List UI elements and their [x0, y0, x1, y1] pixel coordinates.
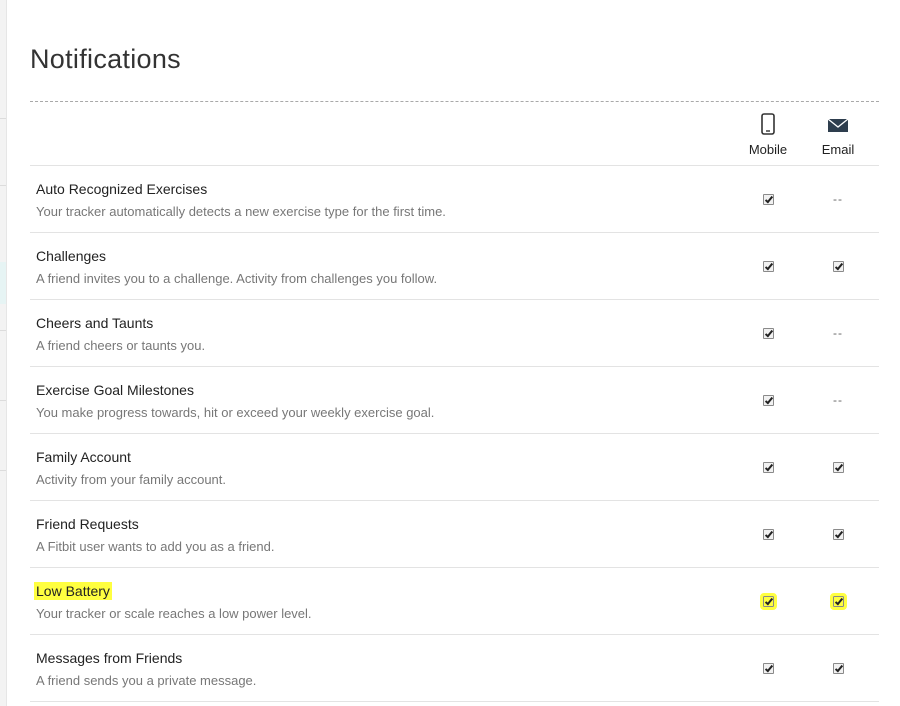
mobile-checkbox[interactable]	[762, 261, 774, 272]
email-checkbox[interactable]	[829, 593, 847, 610]
email-column-header: Email	[803, 113, 873, 157]
mobile-checkbox[interactable]	[762, 194, 774, 205]
mobile-phone-icon	[761, 113, 775, 137]
column-headers: Mobile Email	[30, 103, 879, 166]
notification-title: Auto Recognized Exercises	[36, 181, 208, 197]
notification-description: A friend sends you a private message.	[36, 673, 257, 688]
notification-row-low-battery: Low Battery Your tracker or scale reache…	[30, 568, 879, 635]
notification-description: Activity from your family account.	[36, 472, 226, 487]
mobile-checkbox[interactable]	[762, 462, 774, 473]
sidebar-divider	[0, 470, 6, 471]
notification-description: A Fitbit user wants to add you as a frie…	[36, 539, 275, 554]
notification-title: Low Battery	[34, 582, 112, 600]
notification-title: Cheers and Taunts	[36, 315, 154, 331]
email-setting-cell: --	[803, 322, 873, 340]
email-column-label: Email	[821, 142, 855, 157]
notification-title: Challenges	[36, 248, 107, 264]
notification-row-challenges: Challenges A friend invites you to a cha…	[30, 233, 879, 300]
mobile-checkbox-cell	[733, 590, 803, 610]
mobile-checkbox[interactable]	[762, 663, 774, 674]
page-title: Notifications	[30, 44, 181, 74]
email-checkbox[interactable]	[832, 663, 844, 674]
email-setting-cell: --	[803, 188, 873, 206]
notification-row-auto-recognized-exercises: Auto Recognized Exercises Your tracker a…	[30, 166, 879, 233]
notification-description: You make progress towards, hit or exceed…	[36, 405, 435, 420]
notification-row-messages-from-friends: Messages from Friends A friend sends you…	[30, 635, 879, 702]
sidebar-divider	[0, 400, 6, 401]
mobile-checkbox-cell	[733, 523, 803, 541]
notification-title: Friend Requests	[36, 516, 139, 532]
notification-description: Your tracker or scale reaches a low powe…	[36, 606, 312, 621]
email-unavailable: --	[833, 192, 843, 206]
notification-description: A friend cheers or taunts you.	[36, 338, 206, 353]
mobile-checkbox[interactable]	[762, 395, 774, 406]
left-sidebar-edge	[0, 0, 7, 706]
notification-row-friend-requests: Friend Requests A Fitbit user wants to a…	[30, 501, 879, 568]
email-checkbox-cell	[803, 523, 873, 541]
email-checkbox[interactable]	[832, 529, 844, 540]
mobile-checkbox-cell	[733, 322, 803, 340]
notification-row-cheers-and-taunts: Cheers and Taunts A friend cheers or tau…	[30, 300, 879, 367]
sidebar-divider	[0, 118, 6, 119]
email-checkbox[interactable]	[832, 462, 844, 473]
mobile-checkbox-cell	[733, 188, 803, 206]
mobile-checkbox-cell	[733, 389, 803, 407]
mobile-checkbox[interactable]	[759, 593, 777, 610]
notification-title: Messages from Friends	[36, 650, 183, 666]
email-checkbox-cell	[803, 657, 873, 675]
email-unavailable: --	[833, 393, 843, 407]
email-checkbox-cell	[803, 456, 873, 474]
sidebar-active-marker	[0, 262, 6, 304]
mobile-checkbox-cell	[733, 456, 803, 474]
email-setting-cell: --	[803, 389, 873, 407]
notification-row-family-account: Family Account Activity from your family…	[30, 434, 879, 501]
sidebar-divider	[0, 330, 6, 331]
email-checkbox-cell	[803, 590, 873, 610]
mobile-checkbox-cell	[733, 657, 803, 675]
email-checkbox[interactable]	[832, 261, 844, 272]
email-unavailable: --	[833, 326, 843, 340]
mobile-checkbox-cell	[733, 255, 803, 273]
envelope-icon	[827, 113, 849, 137]
title-divider	[30, 101, 879, 102]
notification-list: Auto Recognized Exercises Your tracker a…	[30, 166, 879, 702]
notification-description: Your tracker automatically detects a new…	[36, 204, 446, 219]
sidebar-divider	[0, 185, 6, 186]
email-checkbox-cell	[803, 255, 873, 273]
mobile-column-label: Mobile	[748, 142, 788, 157]
notification-row-exercise-goal-milestones: Exercise Goal Milestones You make progre…	[30, 367, 879, 434]
notification-title: Exercise Goal Milestones	[36, 382, 194, 398]
mobile-column-header: Mobile	[733, 113, 803, 157]
notification-title: Family Account	[36, 449, 131, 465]
mobile-checkbox[interactable]	[762, 328, 774, 339]
notification-description: A friend invites you to a challenge. Act…	[36, 271, 438, 286]
mobile-checkbox[interactable]	[762, 529, 774, 540]
